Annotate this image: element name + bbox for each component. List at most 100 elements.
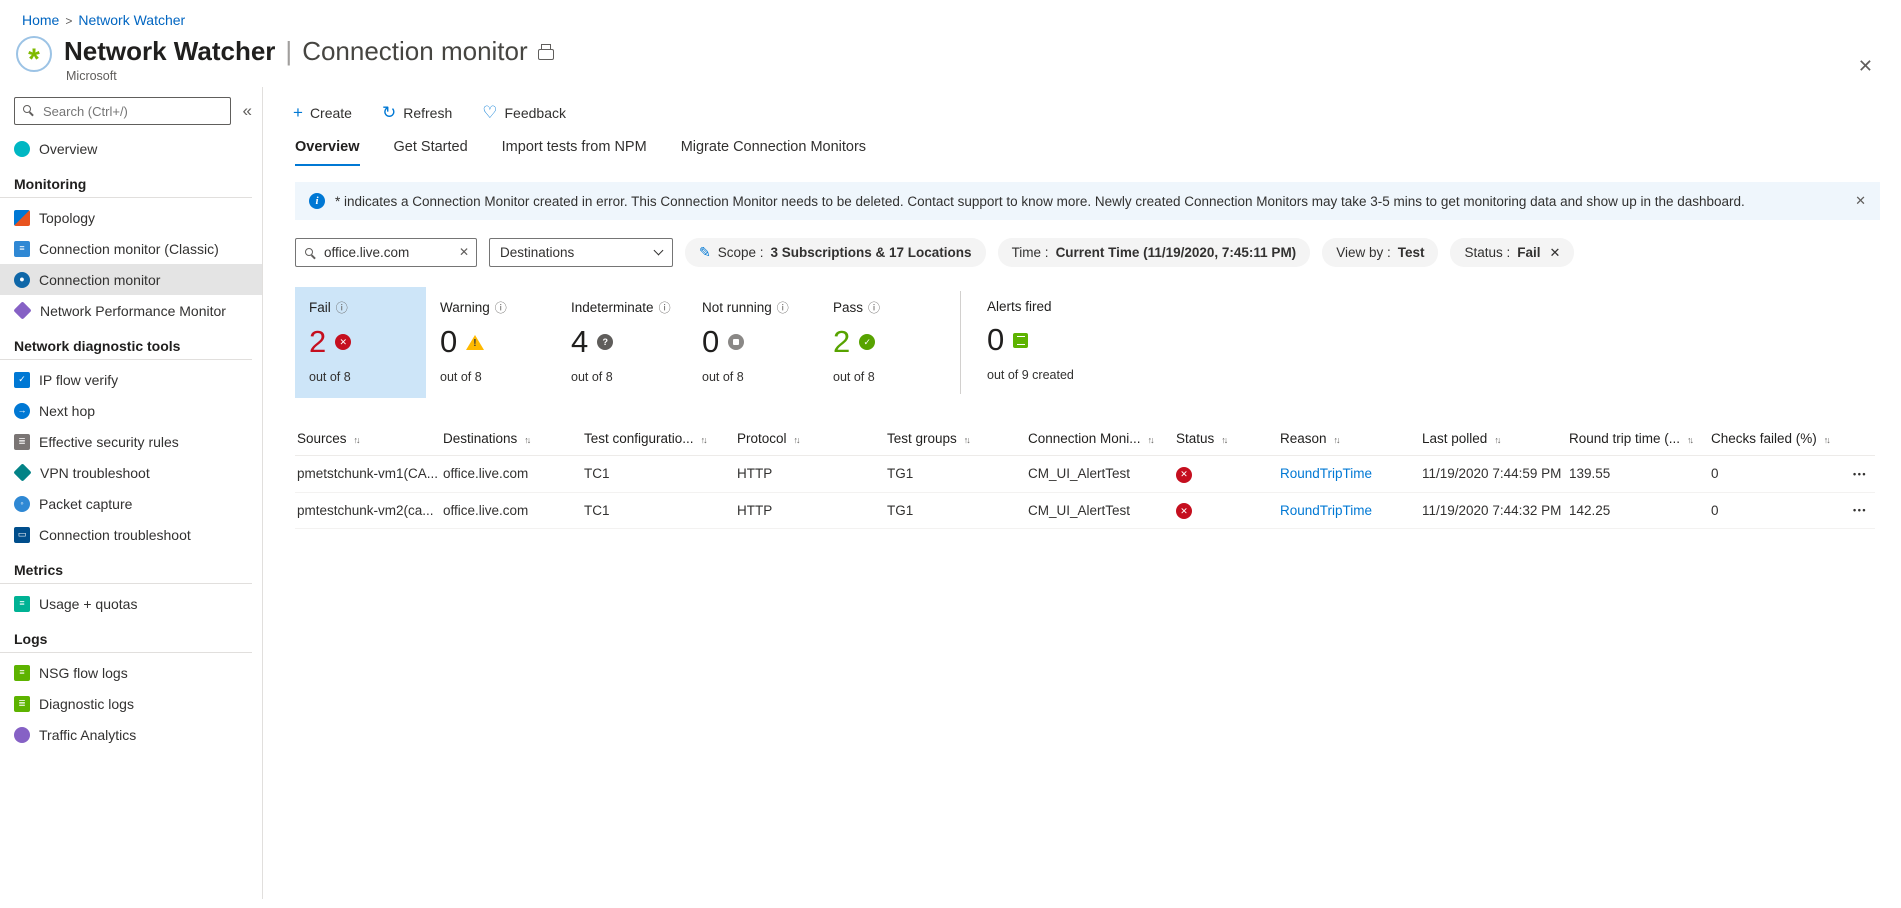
usage-quotas-icon: ≡ <box>14 595 30 612</box>
warning-card[interactable]: Warning ⓘ 0 out of 8 <box>426 287 557 398</box>
tab-overview[interactable]: Overview <box>295 139 360 166</box>
reason-link[interactable]: RoundTripTime <box>1280 466 1372 481</box>
status-filter-pill[interactable]: Status : Fail ✕ <box>1450 238 1575 267</box>
indeterminate-card[interactable]: Indeterminate ⓘ 4? out of 8 <box>557 287 688 398</box>
refresh-button[interactable]: ↻ Refresh <box>382 103 452 123</box>
filter-search-input[interactable]: office.live.com ✕ <box>295 238 477 267</box>
remove-status-filter-icon[interactable]: ✕ <box>1550 245 1561 261</box>
azure-portal-blade: Home > Network Watcher * Network Watcher |… <box>0 0 1901 908</box>
sidebar-item-diagnostic-logs[interactable]: ≣ Diagnostic logs <box>0 688 262 719</box>
column-header-connection-monitor[interactable]: Connection Moni... ↑↓ <box>1026 422 1174 456</box>
reason-link[interactable]: RoundTripTime <box>1280 503 1372 518</box>
sidebar-item-network-performance-monitor[interactable]: Network Performance Monitor <box>0 295 262 326</box>
column-header-round-trip-time[interactable]: Round trip time (... ↑↓ <box>1567 422 1709 456</box>
scope-filter-pill[interactable]: ✎ Scope : 3 Subscriptions & 17 Locations <box>685 238 986 267</box>
fail-status-icon: ✕ <box>335 334 352 350</box>
view-by-filter-pill[interactable]: View by : Test <box>1322 238 1439 267</box>
not-running-count: 0 <box>702 324 720 359</box>
sort-icon: ↑↓ <box>793 435 801 445</box>
sidebar-section-network-diagnostic-tools: Network diagnostic tools <box>0 326 252 360</box>
banner-close-icon[interactable]: ✕ <box>1843 193 1866 209</box>
column-header-sources[interactable]: Sources ↑↓ <box>295 422 441 456</box>
print-icon[interactable] <box>537 44 554 60</box>
alerts-fired-label: Alerts fired <box>987 299 1052 314</box>
cell-test-groups: TG1 <box>885 492 1026 529</box>
table-row[interactable]: pmetstchunk-vm1(CA... office.live.com TC… <box>295 455 1875 493</box>
not-running-card[interactable]: Not running ⓘ 0 out of 8 <box>688 287 819 398</box>
sidebar-item-topology[interactable]: Topology <box>0 202 262 233</box>
breadcrumb: Home > Network Watcher <box>0 0 1901 28</box>
sort-icon: ↑↓ <box>353 435 361 445</box>
sidebar-item-usage-quotas[interactable]: ≡ Usage + quotas <box>0 588 262 619</box>
cell-reason: RoundTripTime <box>1278 455 1420 493</box>
sidebar-item-label: Effective security rules <box>39 433 179 450</box>
info-banner: i * indicates a Connection Monitor creat… <box>295 182 1880 220</box>
tab-import-tests-from-npm[interactable]: Import tests from NPM <box>502 139 647 166</box>
cell-connection-monitor: CM_UI_AlertTest <box>1026 455 1174 493</box>
blade-close-icon[interactable]: ✕ <box>1858 56 1873 77</box>
pass-count: 2 <box>833 324 851 359</box>
pass-card[interactable]: Pass ⓘ 2 ✓ out of 8 <box>819 287 950 398</box>
sidebar-item-connection-monitor[interactable]: ● Connection monitor <box>0 264 262 295</box>
time-filter-pill[interactable]: Time : Current Time (11/19/2020, 7:45:11… <box>997 238 1311 267</box>
column-header-destinations[interactable]: Destinations ↑↓ <box>441 422 582 456</box>
fail-status-icon: ✕ <box>1176 503 1192 519</box>
sidebar-item-ip-flow-verify[interactable]: ✓ IP flow verify <box>0 364 262 395</box>
breadcrumb-network-watcher-link[interactable]: Network Watcher <box>78 12 185 28</box>
fail-card-sub: out of 8 <box>309 370 351 384</box>
page-header: * Network Watcher | Connection monitor M… <box>0 28 1901 83</box>
column-label: Checks failed (%) <box>1711 431 1817 446</box>
feedback-button-label: Feedback <box>504 105 566 121</box>
row-menu-button[interactable]: ••• <box>1839 492 1875 529</box>
clear-search-icon[interactable]: ✕ <box>459 245 469 259</box>
cell-sources: pmetstchunk-vm1(CA... <box>295 455 441 493</box>
sidebar-collapse-button[interactable]: « <box>239 101 256 121</box>
pencil-icon: ✎ <box>699 244 711 260</box>
destinations-dropdown[interactable]: Destinations <box>489 238 673 267</box>
breadcrumb-home-link[interactable]: Home <box>22 12 59 28</box>
sidebar-search-input[interactable] <box>14 97 231 125</box>
tab-get-started[interactable]: Get Started <box>394 139 468 166</box>
table-row[interactable]: pmtestchunk-vm2(ca... office.live.com TC… <box>295 492 1875 529</box>
alerts-fired-card[interactable]: Alerts fired 0 out of 9 created <box>987 287 1118 398</box>
column-header-reason[interactable]: Reason ↑↓ <box>1278 422 1420 456</box>
feedback-button[interactable]: ♡ Feedback <box>482 103 566 123</box>
sidebar-item-connection-troubleshoot[interactable]: ▭ Connection troubleshoot <box>0 519 262 550</box>
sidebar-item-packet-capture[interactable]: ◦ Packet capture <box>0 488 262 519</box>
sidebar-item-vpn-troubleshoot[interactable]: VPN troubleshoot <box>0 457 262 488</box>
scope-value: 3 Subscriptions & 17 Locations <box>770 245 972 260</box>
alerts-book-icon <box>1013 332 1029 348</box>
column-label: Sources <box>297 431 347 446</box>
sidebar-item-connection-monitor-classic[interactable]: ≡ Connection monitor (Classic) <box>0 233 262 264</box>
sort-icon: ↑↓ <box>1494 435 1501 445</box>
command-bar: + Create ↻ Refresh ♡ Feedback <box>263 87 1901 133</box>
breadcrumb-separator: > <box>65 14 73 28</box>
cell-status: ✕ <box>1174 455 1278 493</box>
column-header-status[interactable]: Status ↑↓ <box>1174 422 1278 456</box>
column-header-protocol[interactable]: Protocol ↑↓ <box>735 422 885 456</box>
vpn-troubleshoot-icon <box>13 463 32 482</box>
sidebar-item-label: Topology <box>39 209 96 226</box>
column-label: Test groups <box>887 431 957 446</box>
sidebar-item-nsg-flow-logs[interactable]: ≡ NSG flow logs <box>0 657 262 688</box>
fail-card[interactable]: Fail ⓘ 2 ✕ out of 8 <box>295 287 426 398</box>
sidebar-item-traffic-analytics[interactable]: Traffic Analytics <box>0 719 262 750</box>
indeterminate-status-icon: ? <box>597 334 614 350</box>
column-label: Reason <box>1280 431 1327 446</box>
tab-migrate-connection-monitors[interactable]: Migrate Connection Monitors <box>681 139 866 166</box>
cell-checks-failed: 0 <box>1709 455 1839 493</box>
row-menu-button[interactable]: ••• <box>1839 455 1875 493</box>
column-header-checks-failed[interactable]: Checks failed (%) ↑↓ <box>1709 422 1839 456</box>
sidebar-item-label: Usage + quotas <box>39 595 138 612</box>
cell-connection-monitor: CM_UI_AlertTest <box>1026 492 1174 529</box>
column-header-test-groups[interactable]: Test groups ↑↓ <box>885 422 1026 456</box>
column-header-test-configuration[interactable]: Test configuratio... ↑↓ <box>582 422 735 456</box>
create-button[interactable]: + Create <box>293 103 352 123</box>
sidebar-item-effective-security-rules[interactable]: ≣ Effective security rules <box>0 426 262 457</box>
view-by-value: Test <box>1397 245 1425 260</box>
sort-icon: ↑↓ <box>700 435 708 445</box>
column-header-last-polled[interactable]: Last polled ↑↓ <box>1420 422 1567 456</box>
sidebar-item-next-hop[interactable]: → Next hop <box>0 395 262 426</box>
sidebar-item-overview[interactable]: Overview <box>0 133 262 164</box>
sidebar-item-label: Next hop <box>39 402 96 419</box>
